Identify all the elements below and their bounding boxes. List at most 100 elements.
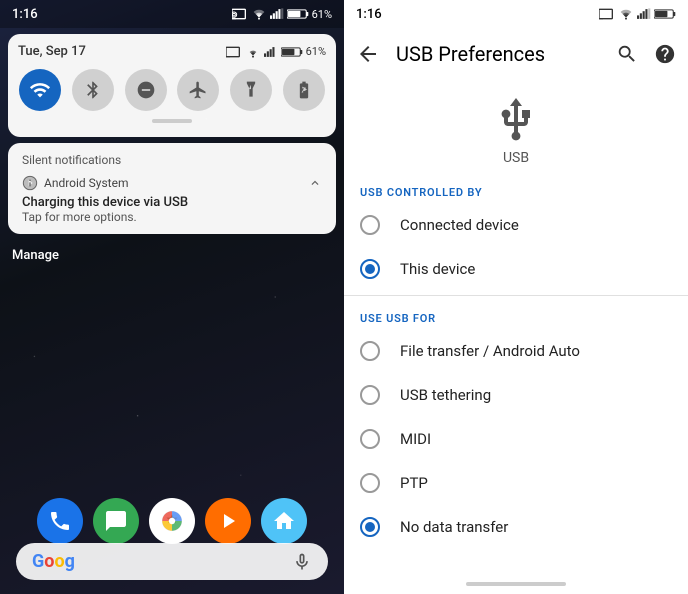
usb-label: USB bbox=[503, 150, 529, 166]
drag-handle bbox=[152, 119, 192, 123]
left-panel: 1:16 bbox=[0, 0, 344, 594]
no-data-radio[interactable] bbox=[360, 517, 380, 537]
airplane-toggle[interactable] bbox=[177, 69, 219, 111]
battery-percent: 61% bbox=[312, 8, 332, 21]
wifi-toggle[interactable] bbox=[19, 69, 61, 111]
screencast-icon-2 bbox=[226, 46, 242, 58]
notification-item[interactable]: Android System Charging this device via … bbox=[22, 175, 322, 224]
midi-option[interactable]: MIDI bbox=[344, 417, 688, 461]
bottom-nav-indicator bbox=[466, 582, 566, 586]
notification-header: Android System bbox=[22, 175, 322, 191]
status-icons-right bbox=[599, 8, 676, 20]
flashlight-toggle-icon bbox=[241, 80, 261, 100]
status-icons-left: 61% bbox=[232, 8, 332, 21]
battery-saver-toggle-icon bbox=[294, 80, 314, 100]
toolbar-right bbox=[616, 43, 676, 65]
notification-source-label: Android System bbox=[44, 176, 129, 190]
notification-source: Android System bbox=[22, 175, 129, 191]
battery-percent-2: 61% bbox=[306, 45, 326, 58]
wifi-toggle-icon bbox=[29, 79, 51, 101]
ptp-label: PTP bbox=[400, 474, 428, 492]
date-text: Tue, Sep 17 bbox=[18, 44, 86, 59]
flashlight-toggle[interactable] bbox=[230, 69, 272, 111]
dnd-toggle[interactable] bbox=[125, 69, 167, 111]
signal-icon bbox=[270, 8, 284, 20]
this-device-option[interactable]: This device bbox=[344, 247, 688, 291]
phone-icon bbox=[48, 509, 72, 533]
this-device-dot bbox=[365, 264, 375, 274]
silent-section: Silent notifications Android System Char… bbox=[8, 143, 336, 234]
connected-device-label: Connected device bbox=[400, 216, 519, 234]
this-device-label: This device bbox=[400, 260, 475, 278]
notification-body: Tap for more options. bbox=[22, 210, 322, 224]
battery-status-icon bbox=[287, 8, 309, 20]
home-app-icon[interactable] bbox=[261, 498, 307, 544]
messages-icon bbox=[104, 509, 128, 533]
bluetooth-toggle[interactable] bbox=[72, 69, 114, 111]
notification-panel: Tue, Sep 17 bbox=[8, 34, 336, 137]
midi-radio[interactable] bbox=[360, 429, 380, 449]
app-dock bbox=[0, 498, 344, 544]
voice-search-icon[interactable] bbox=[292, 552, 312, 572]
toolbar-left: USB Preferences bbox=[356, 42, 545, 66]
midi-label: MIDI bbox=[400, 430, 431, 448]
right-panel: 1:16 bbox=[344, 0, 688, 594]
usb-tethering-option[interactable]: USB tethering bbox=[344, 373, 688, 417]
quick-toggles bbox=[18, 69, 326, 111]
ptp-radio[interactable] bbox=[360, 473, 380, 493]
file-transfer-label: File transfer / Android Auto bbox=[400, 342, 580, 360]
android-system-icon bbox=[22, 175, 38, 191]
collapse-icon[interactable] bbox=[308, 176, 322, 190]
airplane-toggle-icon bbox=[188, 80, 208, 100]
divider-1 bbox=[344, 295, 688, 296]
play-icon bbox=[216, 509, 240, 533]
signal-icon-2 bbox=[264, 46, 278, 58]
wifi-icon-2 bbox=[245, 46, 261, 58]
usb-icon-container: USB bbox=[344, 80, 688, 174]
help-button[interactable] bbox=[654, 43, 676, 65]
wifi-status-icon bbox=[251, 8, 267, 20]
manage-button[interactable]: Manage bbox=[0, 240, 344, 271]
photos-app-icon[interactable] bbox=[149, 498, 195, 544]
search-bar[interactable]: Goog bbox=[16, 543, 328, 580]
wifi-icon-right bbox=[618, 8, 634, 20]
file-transfer-radio[interactable] bbox=[360, 341, 380, 361]
back-button[interactable] bbox=[356, 42, 380, 66]
photos-icon bbox=[159, 508, 185, 534]
time-left: 1:16 bbox=[12, 7, 38, 22]
no-data-label: No data transfer bbox=[400, 518, 508, 536]
dnd-toggle-icon bbox=[136, 80, 156, 100]
connected-device-option[interactable]: Connected device bbox=[344, 203, 688, 247]
no-data-option[interactable]: No data transfer bbox=[344, 505, 688, 549]
search-button[interactable] bbox=[616, 43, 638, 65]
no-data-dot bbox=[365, 522, 375, 532]
phone-app-icon[interactable] bbox=[37, 498, 83, 544]
time-right: 1:16 bbox=[356, 7, 382, 22]
status-bar-right: 1:16 bbox=[344, 0, 688, 28]
controlled-by-label: USB CONTROLLED BY bbox=[344, 174, 688, 203]
ptp-option[interactable]: PTP bbox=[344, 461, 688, 505]
screencast-icon bbox=[232, 8, 248, 20]
battery-saver-toggle[interactable] bbox=[283, 69, 325, 111]
usb-tethering-label: USB tethering bbox=[400, 386, 491, 404]
connected-device-radio[interactable] bbox=[360, 215, 380, 235]
page-title: USB Preferences bbox=[396, 42, 545, 66]
signal-icon-right bbox=[637, 8, 651, 20]
messages-app-icon[interactable] bbox=[93, 498, 139, 544]
usb-tethering-radio[interactable] bbox=[360, 385, 380, 405]
use-for-label: USE USB FOR bbox=[344, 300, 688, 329]
google-logo: Goog bbox=[32, 551, 75, 572]
date-row: Tue, Sep 17 bbox=[18, 44, 326, 59]
play-app-icon[interactable] bbox=[205, 498, 251, 544]
file-transfer-option[interactable]: File transfer / Android Auto bbox=[344, 329, 688, 373]
this-device-radio[interactable] bbox=[360, 259, 380, 279]
usb-icon bbox=[492, 96, 540, 144]
toolbar: USB Preferences bbox=[344, 28, 688, 80]
status-bar-left: 1:16 bbox=[0, 0, 344, 28]
home-icon bbox=[272, 509, 296, 533]
battery-icon-2 bbox=[281, 46, 303, 58]
notification-title: Charging this device via USB bbox=[22, 195, 322, 210]
date-row-icons: 61% bbox=[226, 45, 326, 58]
silent-title: Silent notifications bbox=[22, 153, 322, 167]
battery-icon-right bbox=[654, 8, 676, 20]
